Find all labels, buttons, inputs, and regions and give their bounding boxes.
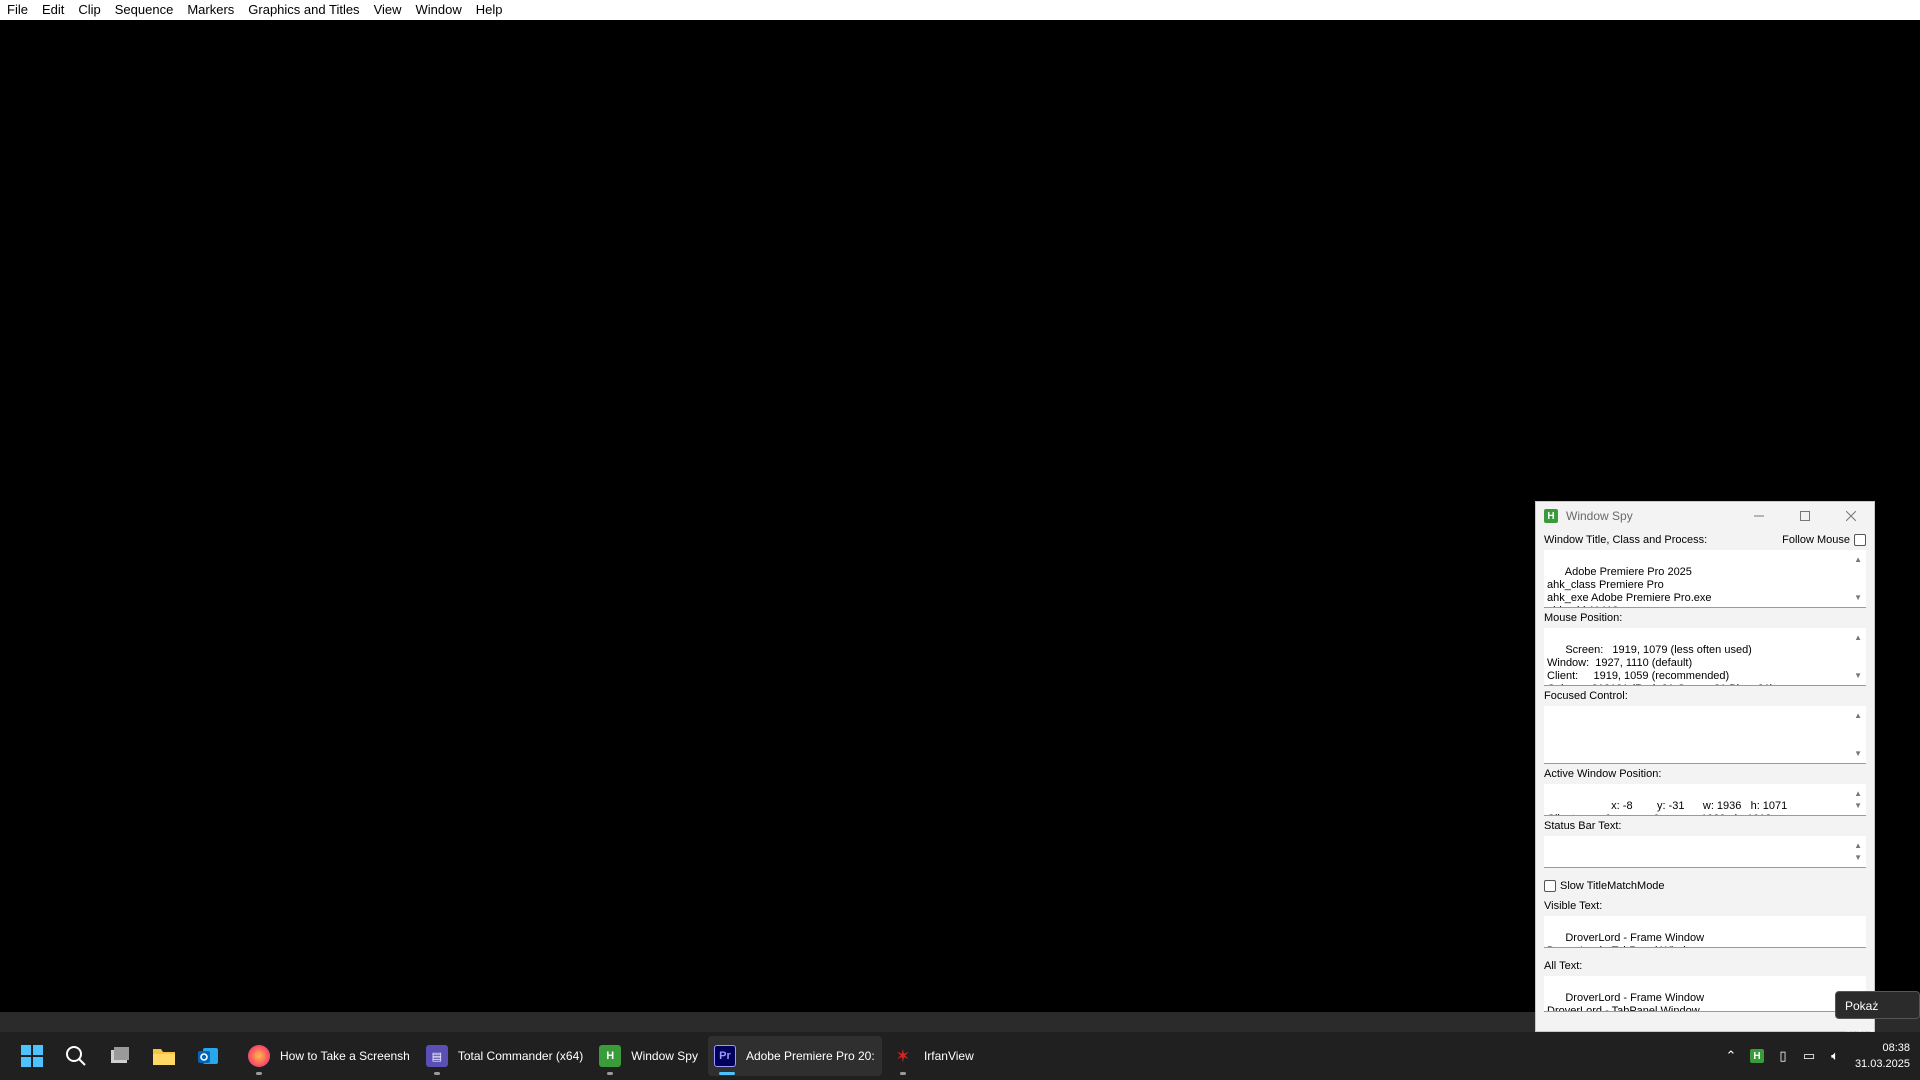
firefox-icon [248,1045,270,1067]
menu-bar: File Edit Clip Sequence Markers Graphics… [0,0,1920,20]
network-icon: ▭ [1802,1048,1816,1063]
maximize-icon [1800,511,1810,521]
active-info-textbox[interactable]: x: -8 y: -31 w: 1936 h: 1071 Client: x: … [1544,784,1866,816]
floppy-icon: ▤ [425,1045,448,1067]
autohotkey-icon: H [1544,509,1558,523]
window-info-text: Adobe Premiere Pro 2025 ahk_class Premie… [1547,566,1712,607]
mouse-info-textbox[interactable]: Screen: 1919, 1079 (less often used) Win… [1544,628,1866,686]
status-info-textbox[interactable]: ▲ ▼ [1544,836,1866,868]
window-info-textbox[interactable]: Adobe Premiere Pro 2025 ahk_class Premie… [1544,550,1866,608]
running-indicator [899,1072,906,1075]
window-spy-title: Window Spy [1566,509,1633,523]
menu-clip[interactable]: Clip [71,0,107,20]
autohotkey-icon: H [1750,1049,1764,1063]
minimize-icon [1754,515,1764,517]
focused-info-textbox[interactable]: ▲ ▼ [1544,706,1866,764]
tray-device-button[interactable]: ▯ [1770,1036,1796,1076]
file-explorer-button[interactable] [144,1036,184,1076]
show-desktop-tooltip: Pokaż pulpit [1835,991,1920,1041]
taskbar-app-total-commander[interactable]: ▤ Total Commander (x64) [420,1036,589,1076]
follow-mouse-toggle[interactable]: Follow Mouse [1782,530,1866,550]
window-spy-window: H Window Spy Window Title, Class and Pro… [1535,501,1875,1032]
menu-graphics-and-titles[interactable]: Graphics and Titles [241,0,366,20]
clock[interactable]: 08:38 31.03.2025 [1848,1040,1920,1072]
follow-mouse-label: Follow Mouse [1782,534,1850,546]
taskbar-app-premiere[interactable]: Pr Adobe Premiere Pro 20: [707,1036,882,1076]
premiere-icon: Pr [713,1045,736,1067]
active-info-text: x: -8 y: -31 w: 1936 h: 1071 Client: x: … [1547,800,1788,815]
menu-help[interactable]: Help [469,0,510,20]
chevron-up-icon: ⌃ [1725,1048,1737,1063]
scroll-up-icon[interactable]: ▲ [1854,709,1862,722]
follow-mouse-checkbox[interactable] [1854,534,1866,547]
focused-section-label: Focused Control: [1544,690,1628,702]
status-section-label: Status Bar Text: [1544,820,1622,832]
window-spy-titlebar[interactable]: H Window Spy [1536,502,1874,530]
slow-titlematch-checkbox[interactable] [1544,880,1556,892]
speaker-icon: 🔈︎ [1831,1048,1839,1063]
outlook-icon [198,1048,218,1064]
taskbar-app-label: How to Take a Screensh [280,1049,410,1063]
running-indicator [607,1072,614,1075]
active-section-label: Active Window Position: [1544,768,1662,780]
irfanview-icon: ✶ [895,1045,911,1066]
taskbar: How to Take a Screensh ▤ Total Commander… [0,1032,1920,1080]
task-view-button[interactable] [100,1036,140,1076]
scroll-down-icon[interactable]: ▼ [1854,851,1862,864]
all-text-textbox[interactable]: DroverLord - Frame Window DroverLord - T… [1544,976,1866,1012]
autohotkey-icon: H [599,1045,622,1067]
outlook-button[interactable] [188,1036,228,1076]
running-indicator [718,1072,735,1075]
scroll-down-icon[interactable]: ▼ [1854,591,1862,604]
maximize-button[interactable] [1782,502,1828,530]
usb-drive-icon: ▯ [1779,1048,1787,1063]
scroll-down-icon[interactable]: ▼ [1854,747,1862,760]
scroll-up-icon[interactable]: ▲ [1854,631,1862,644]
show-hidden-icons-button[interactable]: ⌃ [1718,1036,1744,1076]
tray-network-button[interactable]: ▭ [1796,1036,1822,1076]
close-button[interactable] [1828,502,1874,530]
clock-time: 08:38 [1882,1042,1910,1054]
taskbar-app-irfanview[interactable]: ✶ IrfanView [886,1036,980,1076]
menu-edit[interactable]: Edit [35,0,71,20]
taskbar-app-firefox[interactable]: How to Take a Screensh [242,1036,416,1076]
search-icon [66,1046,86,1066]
taskbar-app-label: Adobe Premiere Pro 20: [745,1049,875,1063]
all-section-label: All Text: [1544,960,1583,972]
menu-window[interactable]: Window [409,0,469,20]
clock-date: 31.03.2025 [1854,1058,1910,1070]
menu-file[interactable]: File [0,0,35,20]
slow-titlematch-label: Slow TitleMatchMode [1560,880,1665,892]
taskbar-app-label: IrfanView [923,1049,974,1063]
window-section-label: Window Title, Class and Process: [1544,534,1708,546]
folder-icon [153,1049,175,1065]
mouse-info-text: Screen: 1919, 1079 (less often used) Win… [1547,644,1774,685]
windows-icon [21,1045,43,1067]
minimize-button[interactable] [1736,502,1782,530]
running-indicator [433,1072,440,1075]
menu-sequence[interactable]: Sequence [108,0,181,20]
system-tray: ⌃ H ▯ ▭ 🔈︎ 08:38 31.03.2025 [1718,1032,1920,1080]
close-icon [1846,511,1856,521]
running-indicator [256,1072,262,1075]
search-button[interactable] [56,1036,96,1076]
tray-volume-button[interactable]: 🔈︎ [1822,1036,1848,1076]
scroll-up-icon[interactable]: ▲ [1854,553,1862,566]
menu-view[interactable]: View [367,0,409,20]
visible-section-label: Visible Text: [1544,900,1603,912]
visible-text: DroverLord - Frame Window DroverLord - T… [1547,932,1705,947]
start-button[interactable] [12,1036,52,1076]
tray-autohotkey-button[interactable]: H [1744,1036,1770,1076]
all-text: DroverLord - Frame Window DroverLord - T… [1547,992,1705,1012]
mouse-section-label: Mouse Position: [1544,612,1623,624]
visible-text-textbox[interactable]: DroverLord - Frame Window DroverLord - T… [1544,916,1866,948]
task-view-icon [111,1047,129,1063]
slow-titlematch-toggle[interactable]: Slow TitleMatchMode [1544,876,1866,896]
scroll-down-icon[interactable]: ▼ [1854,669,1862,682]
taskbar-app-window-spy[interactable]: H Window Spy [593,1036,704,1076]
menu-markers[interactable]: Markers [180,0,241,20]
taskbar-app-label: Total Commander (x64) [457,1049,584,1063]
taskbar-app-label: Window Spy [631,1049,698,1063]
scroll-down-icon[interactable]: ▼ [1854,799,1862,812]
